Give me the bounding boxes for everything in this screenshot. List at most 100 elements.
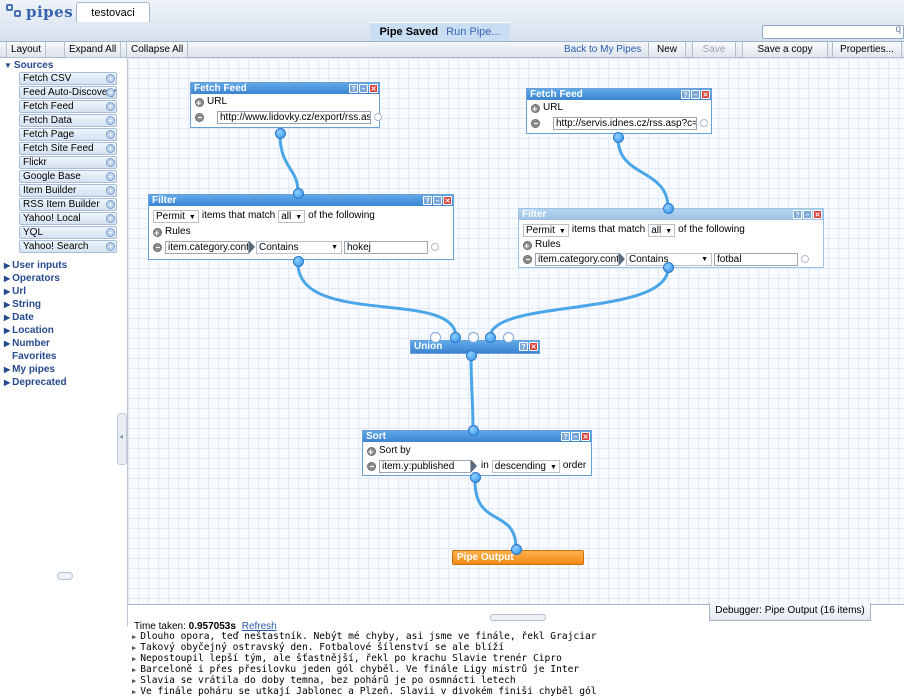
minimize-icon[interactable]: – — [691, 90, 700, 99]
save-button[interactable]: Save — [692, 42, 736, 58]
add-icon[interactable]: + — [106, 242, 115, 251]
add-icon[interactable]: + — [106, 130, 115, 139]
help-icon[interactable]: ? — [349, 84, 358, 93]
union-input-terminal[interactable] — [450, 332, 461, 343]
save-a-copy-button[interactable]: Save a copy — [742, 42, 828, 58]
rule-field-input[interactable]: item.category.conten — [535, 252, 619, 266]
input-terminal[interactable] — [468, 425, 479, 436]
list-item[interactable]: ▶ Ve finále poháru se utkají Jablonec a P… — [132, 686, 902, 697]
lib-section-deprecated[interactable]: ▶ Deprecated — [4, 377, 67, 389]
pipes-logo[interactable]: pipes — [6, 2, 73, 22]
lib-item-yql[interactable]: YQL + — [19, 226, 117, 239]
add-icon[interactable]: + — [106, 172, 115, 181]
output-terminal[interactable] — [613, 132, 624, 143]
lib-item-google-base[interactable]: Google Base + — [19, 170, 117, 183]
match-select[interactable]: all ▼ — [278, 209, 306, 223]
search-input[interactable] — [762, 24, 904, 39]
input-terminal-icon[interactable] — [801, 255, 809, 263]
lib-section-favorites[interactable]: Favorites — [12, 351, 56, 363]
lib-item-yahoo-local[interactable]: Yahoo! Local + — [19, 212, 117, 225]
list-item[interactable]: ▶ Nepostoupil lepší tým, ale šťastnější, … — [132, 653, 902, 664]
input-terminal[interactable] — [663, 203, 674, 214]
close-icon[interactable]: ✕ — [443, 196, 452, 205]
add-icon[interactable] — [153, 226, 162, 240]
output-terminal[interactable] — [466, 350, 477, 361]
help-icon[interactable]: ? — [793, 210, 802, 219]
url-input[interactable]: http://www.lidovky.cz/export/rss.as — [217, 110, 371, 124]
permit-select[interactable]: Permit ▼ — [523, 223, 569, 237]
add-icon[interactable] — [195, 96, 204, 110]
remove-icon[interactable] — [367, 461, 376, 471]
input-terminal[interactable] — [511, 544, 522, 555]
close-icon[interactable]: ✕ — [813, 210, 822, 219]
add-icon[interactable] — [523, 239, 532, 253]
rule-operator-select[interactable]: Contains ▼ — [256, 240, 342, 254]
lib-section-string[interactable]: ▶ String — [4, 299, 41, 311]
fetch-feed-module-2[interactable]: Fetch Feed ?–✕ URL http://servis.idnes.c… — [526, 88, 712, 134]
close-icon[interactable]: ✕ — [529, 342, 538, 351]
lib-section-operators[interactable]: ▶ Operators — [4, 273, 60, 285]
add-icon[interactable]: + — [106, 228, 115, 237]
rule-field-input[interactable]: item.category.conten — [165, 240, 249, 254]
minimize-icon[interactable]: – — [433, 196, 442, 205]
permit-select[interactable]: Permit ▼ — [153, 209, 199, 223]
add-icon[interactable]: + — [106, 200, 115, 209]
lib-section-date[interactable]: ▶ Date — [4, 312, 34, 324]
list-item[interactable]: ▶ Barceloně i přes přesilovku jeden gól c… — [132, 664, 902, 675]
input-terminal[interactable] — [293, 188, 304, 199]
library-collapse-handle[interactable] — [117, 413, 127, 465]
add-icon[interactable]: + — [106, 158, 115, 167]
minimize-icon[interactable]: – — [359, 84, 368, 93]
minimize-icon[interactable]: – — [571, 432, 580, 441]
union-input-terminal[interactable] — [430, 332, 441, 343]
rule-value-input[interactable]: hokej — [344, 240, 428, 254]
close-icon[interactable]: ✕ — [701, 90, 710, 99]
input-terminal-icon[interactable] — [700, 119, 708, 127]
filter-module-2[interactable]: Filter ? – ✕ Permit ▼ items that match all ▼… — [518, 208, 824, 268]
new-button[interactable]: New — [648, 42, 686, 58]
input-terminal-icon[interactable] — [431, 243, 439, 251]
module-title[interactable]: Fetch Feed ? – ✕ — [527, 89, 711, 100]
properties-button[interactable]: Properties... — [832, 42, 902, 58]
library-resize-handle[interactable] — [57, 572, 73, 580]
debugger-resize-handle[interactable] — [490, 614, 546, 621]
add-icon[interactable]: + — [106, 74, 115, 83]
add-icon[interactable]: + — [106, 116, 115, 125]
lib-section-sources[interactable]: ▼ Sources — [4, 60, 53, 72]
close-icon[interactable]: ✕ — [581, 432, 590, 441]
add-icon[interactable]: + — [106, 144, 115, 153]
field-selector-icon[interactable] — [249, 240, 255, 254]
lib-item-fetch-site-feed[interactable]: Fetch Site Feed + — [19, 142, 117, 155]
close-icon[interactable]: ✕ — [369, 84, 378, 93]
remove-icon[interactable] — [153, 242, 162, 252]
back-to-my-pipes-link[interactable]: Back to My Pipes — [564, 42, 641, 58]
lib-section-user-inputs[interactable]: ▶ User inputs — [4, 260, 67, 272]
minimize-icon[interactable]: – — [803, 210, 812, 219]
run-pipe-link[interactable]: Run Pipe... — [446, 26, 500, 38]
sort-field-input[interactable]: item.y:published — [379, 459, 471, 473]
lib-section-location[interactable]: ▶ Location — [4, 325, 54, 337]
input-terminal-icon[interactable] — [374, 113, 382, 121]
help-icon[interactable]: ? — [561, 432, 570, 441]
pipe-name-tab[interactable]: testovaci — [76, 2, 150, 22]
remove-icon[interactable] — [195, 112, 204, 122]
add-icon[interactable]: + — [106, 186, 115, 195]
add-icon[interactable] — [367, 445, 376, 459]
match-select[interactable]: all ▼ — [648, 223, 676, 237]
output-terminal[interactable] — [663, 262, 674, 273]
union-input-terminal[interactable] — [468, 332, 479, 343]
lib-section-my-pipes[interactable]: ▶ My pipes — [4, 364, 55, 376]
lib-item-fetch-data[interactable]: Fetch Data + — [19, 114, 117, 127]
union-input-terminal[interactable] — [485, 332, 496, 343]
union-input-terminal[interactable] — [503, 332, 514, 343]
lib-item-fetch-feed[interactable]: Fetch Feed + — [19, 100, 117, 113]
debugger-tab[interactable]: Debugger: Pipe Output (16 items) — [709, 603, 871, 621]
rule-value-input[interactable]: fotbal — [714, 252, 798, 266]
add-icon[interactable]: + — [106, 214, 115, 223]
help-icon[interactable]: ? — [681, 90, 690, 99]
layout-button[interactable]: Layout — [6, 42, 47, 58]
lib-item-fetch-csv[interactable]: Fetch CSV + — [19, 72, 117, 85]
add-icon[interactable]: + — [106, 102, 115, 111]
lib-section-url[interactable]: ▶ Url — [4, 286, 26, 298]
field-selector-icon[interactable] — [619, 252, 625, 266]
